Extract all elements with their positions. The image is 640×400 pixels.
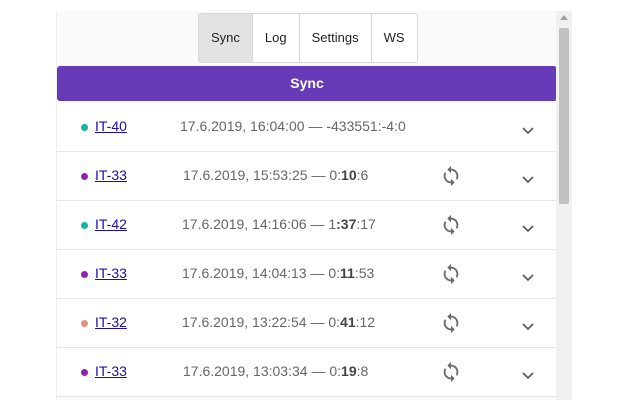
timestamp-duration: 17.6.2019, 16:04:00 — -433551:-4:0 bbox=[180, 118, 406, 134]
sync-icon[interactable] bbox=[440, 263, 462, 285]
main-panel: Sync Log Settings WS Sync IT-40 17.6.2019… bbox=[56, 11, 557, 400]
issue-link[interactable]: IT-33 bbox=[95, 167, 127, 183]
duration-seconds: :12 bbox=[355, 314, 376, 330]
duration-hours: 0: bbox=[328, 265, 341, 281]
timestamp-duration: 17.6.2019, 13:22:54 — 0:41:12 bbox=[182, 314, 375, 330]
duration-seconds: :6 bbox=[356, 167, 369, 183]
scroll-up-arrow-icon[interactable] bbox=[560, 15, 568, 20]
chevron-down-icon[interactable] bbox=[521, 270, 535, 282]
timestamp: 17.6.2019, 16:04:00 — bbox=[180, 118, 327, 134]
duration-minutes: -433551: bbox=[326, 118, 382, 134]
status-dot bbox=[81, 173, 88, 180]
tab-bar: Sync Log Settings WS bbox=[198, 13, 418, 63]
status-dot bbox=[81, 222, 88, 229]
duration-minutes: :37 bbox=[336, 216, 357, 232]
sync-icon[interactable] bbox=[440, 165, 462, 187]
duration-seconds: :8 bbox=[356, 363, 369, 379]
sync-icon[interactable] bbox=[440, 361, 462, 383]
list-item[interactable]: IT-33 17.6.2019, 13:03:34 — 0:19:8 bbox=[57, 348, 557, 397]
duration-hours: 0: bbox=[329, 363, 342, 379]
duration-seconds: :17 bbox=[356, 216, 376, 232]
status-dot bbox=[81, 320, 88, 327]
status-dot bbox=[81, 369, 88, 376]
sync-icon[interactable] bbox=[440, 312, 462, 334]
timestamp: 17.6.2019, 14:16:06 — bbox=[182, 216, 329, 232]
duration-minutes: 41 bbox=[340, 314, 356, 330]
duration-hours: 1 bbox=[328, 216, 337, 232]
timestamp-duration: 17.6.2019, 14:16:06 — 1:37:17 bbox=[182, 216, 376, 232]
chevron-down-icon[interactable] bbox=[521, 368, 535, 380]
status-dot bbox=[81, 124, 88, 131]
tab-settings[interactable]: Settings bbox=[300, 14, 372, 62]
chevron-down-icon[interactable] bbox=[521, 221, 535, 233]
list-item[interactable]: IT-32 17.6.2019, 13:22:54 — 0:41:12 bbox=[57, 299, 557, 348]
entry-list: IT-40 17.6.2019, 16:04:00 — -433551:-4:0 I… bbox=[57, 103, 557, 397]
scrollbar[interactable] bbox=[556, 11, 572, 400]
timestamp: 17.6.2019, 14:04:13 — bbox=[182, 265, 329, 281]
duration-hours: 0: bbox=[329, 167, 342, 183]
tab-log[interactable]: Log bbox=[253, 14, 300, 62]
issue-link[interactable]: IT-42 bbox=[95, 216, 127, 232]
issue-link[interactable]: IT-32 bbox=[95, 314, 127, 330]
status-dot bbox=[81, 271, 88, 278]
chevron-down-icon[interactable] bbox=[521, 123, 535, 135]
timestamp-duration: 17.6.2019, 14:04:13 — 0:11:53 bbox=[182, 265, 374, 281]
scrollbar-thumb[interactable] bbox=[559, 28, 569, 204]
list-item[interactable]: IT-42 17.6.2019, 14:16:06 — 1:37:17 bbox=[57, 201, 557, 250]
duration-minutes: 19 bbox=[341, 363, 357, 379]
tab-sync[interactable]: Sync bbox=[199, 14, 253, 62]
chevron-down-icon[interactable] bbox=[521, 172, 535, 184]
duration-minutes: 11 bbox=[340, 265, 355, 281]
issue-link[interactable]: IT-33 bbox=[95, 363, 127, 379]
duration-seconds: :53 bbox=[354, 265, 375, 281]
timestamp: 17.6.2019, 13:22:54 — bbox=[182, 314, 329, 330]
issue-link[interactable]: IT-40 bbox=[95, 118, 127, 134]
duration-minutes: 10 bbox=[341, 167, 357, 183]
sync-icon[interactable] bbox=[440, 214, 462, 236]
timestamp: 17.6.2019, 13:03:34 — bbox=[183, 363, 330, 379]
tab-ws[interactable]: WS bbox=[372, 14, 417, 62]
timestamp-duration: 17.6.2019, 13:03:34 — 0:19:8 bbox=[183, 363, 368, 379]
duration-hours: 0: bbox=[328, 314, 341, 330]
timestamp: 17.6.2019, 15:53:25 — bbox=[183, 167, 330, 183]
list-item[interactable]: IT-33 17.6.2019, 14:04:13 — 0:11:53 bbox=[57, 250, 557, 299]
duration-seconds: -4:0 bbox=[381, 118, 406, 134]
list-item[interactable]: IT-33 17.6.2019, 15:53:25 — 0:10:6 bbox=[57, 152, 557, 201]
sync-button[interactable]: Sync bbox=[57, 66, 557, 101]
chevron-down-icon[interactable] bbox=[521, 319, 535, 331]
timestamp-duration: 17.6.2019, 15:53:25 — 0:10:6 bbox=[183, 167, 368, 183]
issue-link[interactable]: IT-33 bbox=[95, 265, 127, 281]
list-item[interactable]: IT-40 17.6.2019, 16:04:00 — -433551:-4:0 bbox=[57, 103, 557, 152]
